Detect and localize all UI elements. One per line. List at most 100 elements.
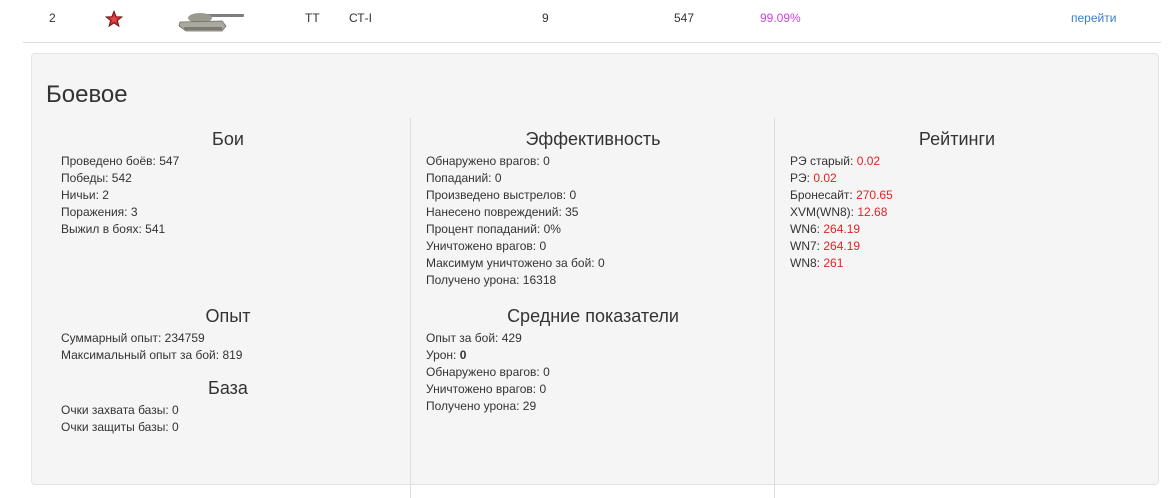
stat-label: Уничтожено врагов:: [426, 382, 537, 396]
efficiency-list: Обнаружено врагов: 0 Попаданий: 0 Произвед…: [411, 153, 775, 289]
stat-value: 0: [543, 154, 550, 168]
stat-label: Попаданий:: [426, 171, 492, 185]
stat-value: 0.02: [856, 154, 881, 168]
stat-value: 234759: [164, 331, 205, 345]
stat-item: Урон: 0: [426, 347, 775, 364]
stat-item: РЭ старый: 0.02: [790, 153, 1139, 170]
stat-label: Победы:: [61, 171, 109, 185]
battles-section: Бои Проведено боёв: 547 Победы: 542 Ничьи:…: [46, 128, 410, 238]
experience-list: Суммарный опыт: 234759 Максимальный опыт …: [46, 330, 410, 364]
stat-item: Поражения: 3: [61, 204, 410, 221]
stat-label: Проведено боёв:: [61, 154, 156, 168]
stat-label: РЭ старый:: [790, 154, 854, 168]
stat-label: Максимум уничтожено за бой:: [426, 256, 595, 270]
stat-label: Нанесено повреждений:: [426, 205, 562, 219]
stat-value: 541: [145, 222, 166, 236]
ratings-list: РЭ старый: 0.02 РЭ: 0.02 Бронесайт: 270.65…: [775, 153, 1139, 272]
stat-value: 429: [501, 331, 522, 345]
vehicle-type: ТТ: [305, 11, 320, 25]
stat-value: 0: [597, 256, 605, 270]
stat-item: Бронесайт: 270.65: [790, 187, 1139, 204]
vehicle-battles: 547: [674, 11, 695, 25]
efficiency-section: Эффективность Обнаружено врагов: 0 Попада…: [411, 128, 775, 289]
stat-label: Опыт за бой:: [426, 331, 499, 345]
stat-value: 0%: [543, 222, 561, 236]
stat-label: Урон:: [426, 348, 457, 362]
column-ratings: Рейтинги РЭ старый: 0.02 РЭ: 0.02 Бронесай…: [774, 118, 1139, 498]
red-star-icon: [104, 9, 124, 28]
ratings-section: Рейтинги РЭ старый: 0.02 РЭ: 0.02 Бронесай…: [775, 128, 1139, 272]
averages-section: Средние показатели Опыт за бой: 429 Урон:…: [411, 305, 775, 415]
stat-item: Очки захвата базы: 0: [61, 402, 410, 419]
battles-heading: Бои: [212, 129, 244, 149]
stat-value: 0: [172, 420, 179, 434]
stat-item: Выжил в боях: 541: [61, 221, 410, 238]
stat-item: Обнаружено врагов: 0: [426, 153, 775, 170]
ratings-heading: Рейтинги: [918, 129, 996, 149]
stat-value: 264.19: [823, 222, 861, 236]
stat-item: Процент попаданий: 0%: [426, 221, 775, 238]
stat-value: 0: [172, 403, 179, 417]
stat-value: 264.19: [823, 239, 861, 253]
stat-item: Суммарный опыт: 234759: [61, 330, 410, 347]
stat-label: Очки захвата базы:: [61, 403, 169, 417]
vehicle-level: 9: [542, 11, 549, 25]
stat-value: 547: [159, 154, 180, 168]
stat-item: XVM(WN8): 12.68: [790, 204, 1139, 221]
stat-value: 261: [823, 256, 844, 270]
vehicle-row: 2 ТТ СТ-I 9 547 99.09% перейти: [23, 0, 1161, 43]
stat-label: Поражения:: [61, 205, 128, 219]
goto-link[interactable]: перейти: [1071, 11, 1116, 25]
stat-item: Ничьи: 2: [61, 187, 410, 204]
stat-label: Уничтожено врагов:: [426, 239, 537, 253]
base-list: Очки захвата базы: 0 Очки защиты базы: 0: [46, 402, 410, 436]
stat-item: WN8: 261: [790, 255, 1139, 272]
stat-label: Ничьи:: [61, 188, 99, 202]
win-percent: 99.09%: [760, 11, 801, 25]
stat-value: 0: [494, 171, 502, 185]
stat-item: Победы: 542: [61, 170, 410, 187]
stat-item: Получено урона: 16318: [426, 272, 775, 289]
stat-item: Проведено боёв: 547: [61, 153, 410, 170]
tank-icon: [178, 10, 244, 34]
vehicle-name: СТ-I: [349, 11, 372, 25]
battles-list: Проведено боёв: 547 Победы: 542 Ничьи: 2 По…: [46, 153, 410, 238]
base-heading: База: [208, 378, 248, 398]
stat-value: 0: [543, 365, 550, 379]
stat-item: Попаданий: 0: [426, 170, 775, 187]
stat-label: WN8:: [790, 256, 820, 270]
stat-label: XVM(WN8):: [790, 205, 854, 219]
panel-title: Боевое: [46, 81, 128, 108]
stat-value: 2: [102, 188, 109, 202]
stat-label: Бронесайт:: [790, 188, 853, 202]
stat-value: 0: [569, 188, 577, 202]
combat-panel: Боевое Бои Проведено боёв: 547 Победы: 54…: [31, 53, 1159, 498]
column-efficiency-averages: Эффективность Обнаружено врагов: 0 Попада…: [410, 118, 775, 498]
stat-label: Получено урона:: [426, 399, 520, 413]
stat-label: РЭ:: [790, 171, 810, 185]
stat-label: Произведено выстрелов:: [426, 188, 567, 202]
stat-value: 35: [565, 205, 579, 219]
row-number: 2: [49, 11, 56, 25]
stat-item: Нанесено повреждений: 35: [426, 204, 775, 221]
stat-value: 542: [111, 171, 132, 185]
stat-label: WN6:: [790, 222, 820, 236]
stat-label: Процент попаданий:: [426, 222, 541, 236]
stat-value: 29: [522, 399, 537, 413]
stat-item: WN6: 264.19: [790, 221, 1139, 238]
stat-item: Получено урона: 29: [426, 398, 775, 415]
column-battles-experience-base: Бои Проведено боёв: 547 Победы: 542 Ничьи:…: [46, 118, 410, 498]
efficiency-heading: Эффективность: [525, 129, 661, 149]
stat-item: Очки защиты базы: 0: [61, 419, 410, 436]
stat-item: Максимальный опыт за бой: 819: [61, 347, 410, 364]
stat-item: Опыт за бой: 429: [426, 330, 775, 347]
stat-item: Обнаружено врагов: 0: [426, 364, 775, 381]
averages-list: Опыт за бой: 429 Урон: 0 Обнаружено врагов…: [411, 330, 775, 415]
stat-value: 16318: [522, 273, 557, 287]
stat-value: 0: [459, 348, 467, 362]
stat-label: WN7:: [790, 239, 820, 253]
stat-value: 0: [539, 239, 547, 253]
stat-item: РЭ: 0.02: [790, 170, 1139, 187]
experience-heading: Опыт: [205, 306, 251, 326]
stat-label: Суммарный опыт:: [61, 331, 162, 345]
